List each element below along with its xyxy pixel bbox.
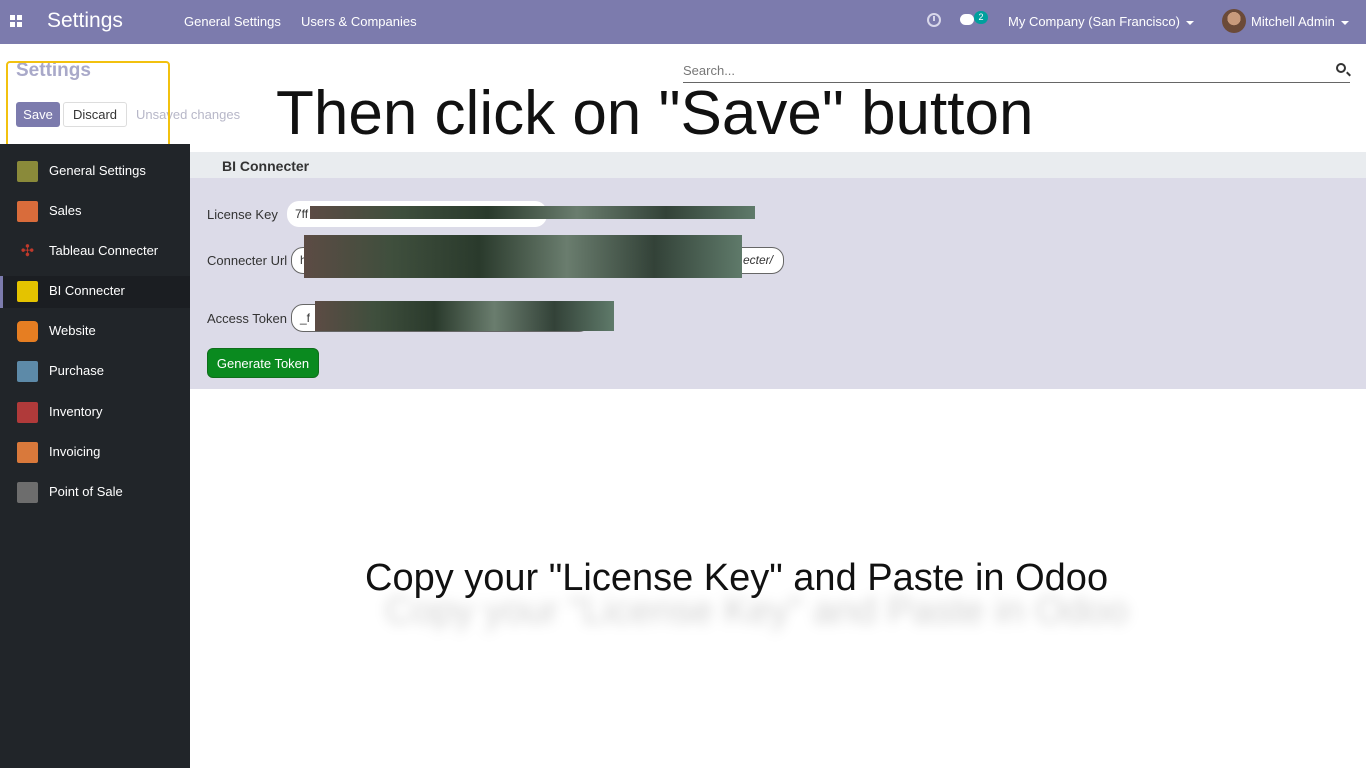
sidebar-item-website[interactable]: Website	[0, 316, 190, 348]
bi-connecter-panel: License Key 7ff Connecter Url h ecter/ A…	[190, 178, 1366, 389]
instruction-overlay-bottom: Copy your "License Key" and Paste in Odo…	[365, 557, 1109, 599]
user-name: Mitchell Admin	[1251, 14, 1335, 29]
sidebar-item-general-settings[interactable]: General Settings	[0, 156, 190, 188]
sidebar-item-label: General Settings	[49, 163, 146, 178]
chat-icon[interactable]	[960, 14, 974, 25]
invoice-icon	[17, 442, 38, 463]
purchase-card-icon	[17, 361, 38, 382]
menu-general-settings[interactable]: General Settings	[184, 14, 281, 29]
company-switcher[interactable]: My Company (San Francisco)	[1008, 14, 1194, 29]
sidebar-item-bi-connecter[interactable]: BI Connecter	[0, 276, 190, 308]
sidebar-item-label: Inventory	[49, 404, 103, 419]
connecter-url-label: Connecter Url	[207, 253, 288, 268]
section-header: BI Connecter	[190, 152, 1366, 178]
license-key-value: 7ff	[295, 207, 309, 221]
sidebar-item-label: Purchase	[49, 363, 104, 378]
access-token-value: _f	[300, 311, 311, 325]
save-button[interactable]: Save	[16, 102, 60, 127]
discard-button[interactable]: Discard	[63, 102, 127, 127]
globe-icon	[17, 321, 38, 342]
license-key-label: License Key	[207, 207, 278, 222]
gear-icon	[17, 161, 38, 182]
app-brand[interactable]: Settings	[47, 9, 123, 33]
sidebar-item-label: Point of Sale	[49, 484, 123, 499]
user-menu[interactable]: Mitchell Admin	[1251, 14, 1349, 29]
sidebar-item-label: Website	[49, 323, 96, 338]
sidebar-item-invoicing[interactable]: Invoicing	[0, 437, 190, 469]
tableau-icon: ✣	[20, 243, 35, 260]
menu-users-companies[interactable]: Users & Companies	[301, 14, 417, 29]
chevron-down-icon	[1185, 20, 1194, 25]
redacted-connecter-url	[304, 235, 742, 278]
sidebar-item-label: Tableau Connecter	[49, 243, 159, 258]
settings-sidebar: General Settings Sales ✣ Tableau Connect…	[0, 144, 190, 768]
redacted-license-key	[310, 206, 755, 219]
sidebar-item-tableau-connecter[interactable]: ✣ Tableau Connecter	[0, 236, 190, 268]
access-token-label: Access Token	[207, 311, 287, 326]
connecter-url-value-end: ecter/	[742, 253, 773, 267]
point-of-sale-icon	[17, 482, 38, 503]
search-input[interactable]	[683, 60, 1323, 80]
apps-menu-icon[interactable]	[10, 15, 22, 27]
sidebar-item-label: Sales	[49, 203, 82, 218]
instruction-overlay-top: Then click on "Save" button	[276, 79, 1034, 148]
company-name: My Company (San Francisco)	[1008, 14, 1180, 29]
sidebar-item-label: BI Connecter	[49, 283, 125, 298]
activity-clock-icon[interactable]	[927, 13, 941, 27]
sidebar-item-label: Invoicing	[49, 444, 101, 459]
top-navbar: Settings General Settings Users & Compan…	[0, 0, 1366, 44]
inventory-box-icon	[17, 402, 38, 423]
sidebar-item-inventory[interactable]: Inventory	[0, 397, 190, 429]
page-title: Settings	[16, 60, 91, 81]
redacted-access-token	[315, 301, 614, 331]
search-icon[interactable]	[1336, 63, 1346, 73]
chat-count-badge: 2	[974, 11, 988, 24]
section-title: BI Connecter	[222, 158, 310, 174]
sales-chart-icon	[17, 201, 38, 222]
unsaved-changes-text: Unsaved changes	[136, 107, 241, 122]
bi-connecter-icon	[17, 281, 38, 302]
avatar[interactable]	[1222, 9, 1246, 33]
sidebar-item-purchase[interactable]: Purchase	[0, 356, 190, 388]
sidebar-item-point-of-sale[interactable]: Point of Sale	[0, 477, 190, 509]
sidebar-item-sales[interactable]: Sales	[0, 196, 190, 228]
generate-token-button[interactable]: Generate Token	[207, 348, 319, 378]
chevron-down-icon	[1340, 20, 1349, 25]
